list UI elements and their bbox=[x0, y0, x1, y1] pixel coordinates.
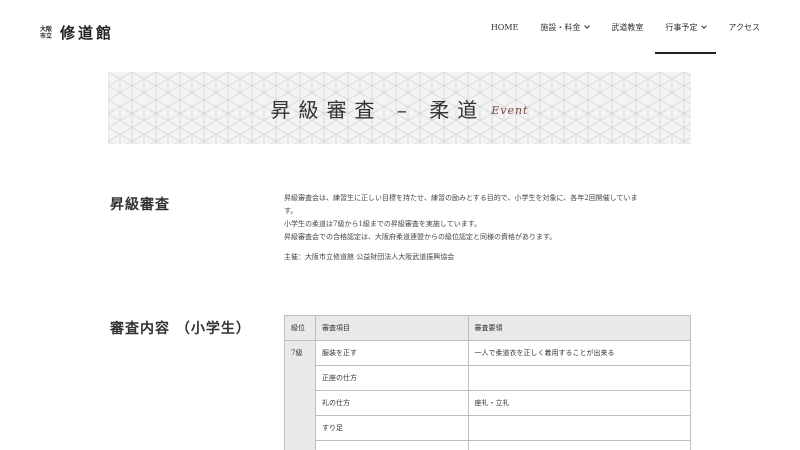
table-row bbox=[285, 440, 692, 450]
main-nav: HOME 施設・料金 武道教室 行事予定 アクセス bbox=[469, 0, 760, 54]
table-row: 7級 服装を正す 一人で柔道衣を正しく着用することが出来る bbox=[284, 340, 692, 450]
table-row: 正座の仕方 bbox=[285, 365, 692, 391]
chevron-down-icon bbox=[701, 22, 708, 29]
section-heading-exam: 昇級審査 bbox=[110, 197, 170, 213]
logo-prefix-line1: 大阪 bbox=[40, 25, 53, 33]
nav-item-label: アクセス bbox=[728, 22, 760, 32]
item-cell: 服装を正す bbox=[314, 340, 469, 366]
nav-item-label: 施設・料金 bbox=[540, 22, 581, 32]
page-subtitle: Event bbox=[491, 103, 529, 117]
page-banner: 昇級審査 – 柔道 Event bbox=[108, 72, 691, 144]
logo-prefix: 大阪 市立 bbox=[40, 26, 54, 40]
method-cell bbox=[467, 415, 692, 441]
paragraph: 昇級審査会での合格認定は、大阪府柔道連盟からの級位認定と同様の資格があります。 bbox=[284, 233, 557, 241]
table-header-row: 級位 審査項目 審査要領 bbox=[284, 315, 692, 341]
nav-item-label: 武道教室 bbox=[611, 22, 644, 32]
method-cell bbox=[467, 365, 692, 391]
site-header: 大阪 市立 修道館 HOME 施設・料金 武道教室 行事予定 アクセス bbox=[0, 0, 800, 62]
nav-item-events[interactable]: 行事予定 bbox=[655, 0, 717, 54]
nav-item-label: 行事予定 bbox=[665, 22, 698, 32]
exam-table: 級位 審査項目 審査要領 7級 服装を正す 一人で柔道衣を正しく着用することが出… bbox=[284, 315, 692, 450]
item-cell: 礼の仕方 bbox=[314, 390, 469, 416]
paragraph: 小学生の柔道は7級から1級までの昇級審査を実施しています。 bbox=[284, 220, 481, 228]
logo-name: 修道館 bbox=[60, 24, 115, 42]
item-cell bbox=[314, 440, 469, 450]
section-heading-content: 審査内容 （小学生） bbox=[110, 321, 251, 337]
item-cell: すり足 bbox=[314, 415, 469, 441]
table-row: すり足 bbox=[285, 415, 692, 441]
column-header-method: 審査要領 bbox=[467, 315, 692, 341]
column-header-grade: 級位 bbox=[284, 315, 316, 341]
method-cell: 座礼・立礼 bbox=[467, 390, 692, 416]
section-body-exam: 昇級審査会は、練習生に正しい目標を持たせ、練習の励みとする目的で、小学生を対象に… bbox=[284, 192, 694, 264]
nav-item-label: HOME bbox=[490, 22, 519, 32]
item-cell: 正座の仕方 bbox=[314, 365, 469, 391]
nav-item-classes[interactable]: 武道教室 bbox=[611, 0, 643, 54]
method-cell bbox=[467, 440, 692, 450]
exam-table-wrapper: 級位 審査項目 審査要領 7級 服装を正す 一人で柔道衣を正しく着用することが出… bbox=[284, 315, 692, 450]
nav-item-facilities[interactable]: 施設・料金 bbox=[540, 0, 591, 54]
grade-cell: 7級 bbox=[284, 340, 316, 450]
site-logo[interactable]: 大阪 市立 修道館 bbox=[40, 22, 114, 43]
organizer-text: 主催：大阪市立修道館 公益財団法人大阪武道振興協会 bbox=[284, 253, 455, 261]
method-cell: 一人で柔道衣を正しく着用することが出来る bbox=[467, 340, 692, 366]
banner-title: 昇級審査 – 柔道 Event bbox=[108, 72, 691, 144]
page-title: 昇級審査 – 柔道 bbox=[270, 97, 486, 122]
paragraph: 昇級審査会は、練習生に正しい目標を持たせ、練習の励みとする目的で、小学生を対象に… bbox=[284, 194, 638, 202]
nav-item-home[interactable]: HOME bbox=[491, 0, 519, 54]
table-row: 礼の仕方 座礼・立礼 bbox=[285, 390, 692, 416]
column-header-item: 審査項目 bbox=[314, 315, 469, 341]
nav-item-access[interactable]: アクセス bbox=[728, 0, 760, 54]
paragraph: す。 bbox=[284, 207, 298, 215]
chevron-down-icon bbox=[584, 22, 591, 29]
logo-prefix-line2: 市立 bbox=[40, 32, 53, 40]
